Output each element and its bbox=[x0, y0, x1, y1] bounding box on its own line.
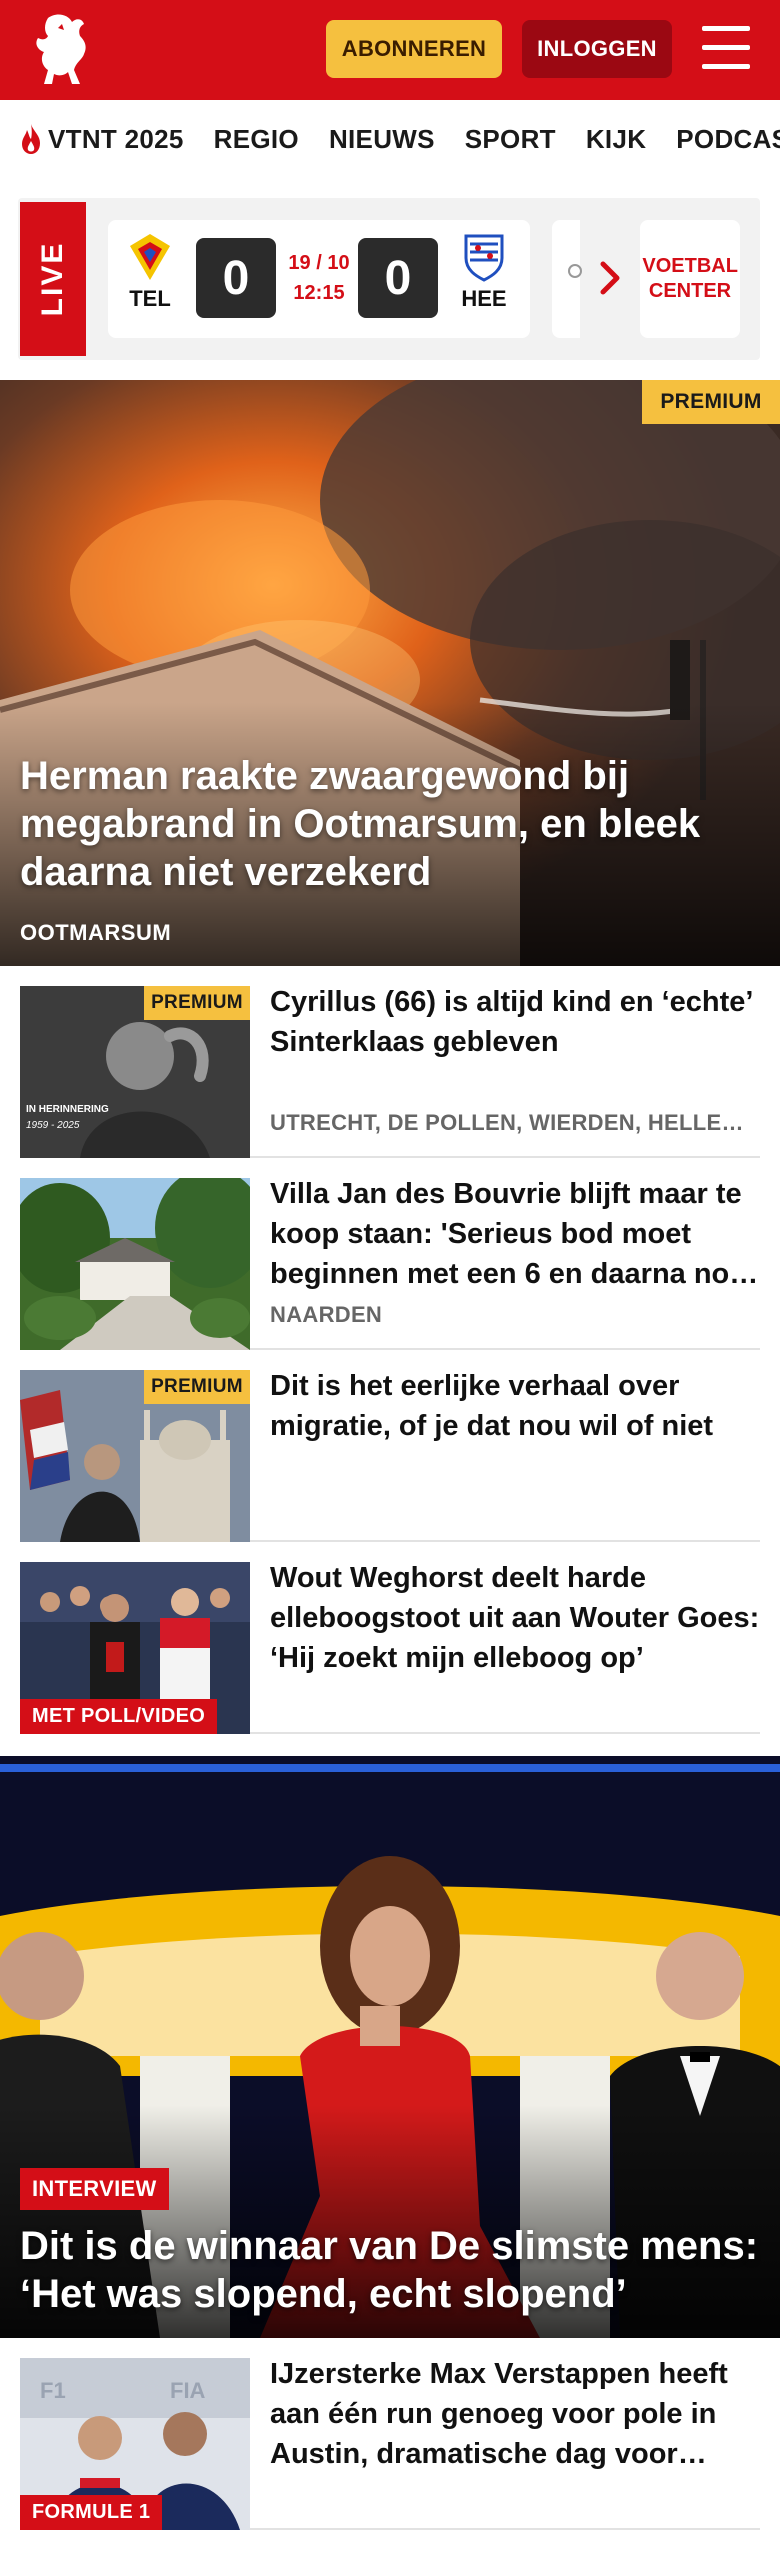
article-item[interactable]: F1 FIA FORMULE 1 IJzersterke Max Verstap… bbox=[20, 2338, 760, 2530]
article-title[interactable]: Dit is het eerlijke verhaal over migrati… bbox=[270, 1366, 760, 1446]
article-thumbnail bbox=[20, 1178, 250, 1350]
article-thumbnail: PREMIUM bbox=[20, 1370, 250, 1542]
voetbal-center-link[interactable]: VOETBAL CENTER bbox=[640, 220, 740, 338]
formule-1-tag: FORMULE 1 bbox=[20, 2495, 163, 2530]
match-card[interactable]: TEL 0 19 / 10 12:15 0 HEE bbox=[108, 220, 530, 338]
hero-location: OOTMARSUM bbox=[20, 920, 172, 945]
article-title[interactable]: Cyrillus (66) is altijd kind en ‘echte’ … bbox=[270, 982, 760, 1062]
flame-icon bbox=[22, 124, 40, 154]
away-team: HEE bbox=[454, 232, 514, 312]
thumbnail-caption: IN HERINNERING bbox=[26, 1104, 109, 1115]
live-tab: LIVE bbox=[20, 202, 86, 356]
villa-photo-image bbox=[20, 1178, 250, 1350]
chevron-right-icon[interactable] bbox=[590, 258, 630, 298]
subscribe-button[interactable]: ABONNEREN bbox=[326, 20, 502, 78]
telstar-crest-icon bbox=[130, 234, 170, 280]
heerenveen-crest-icon bbox=[464, 234, 504, 282]
main-navigation: VTNT 2025 REGIO NIEUWS SPORT KIJK PODCAS… bbox=[0, 100, 780, 178]
poll-video-tag: MET POLL/VIDEO bbox=[20, 1699, 218, 1734]
featured-article[interactable]: INTERVIEW Dit is de winnaar van De slims… bbox=[0, 1756, 780, 2338]
hero-title[interactable]: Herman raakte zwaargewond bij megabrand … bbox=[20, 752, 750, 896]
away-score: 0 bbox=[358, 238, 438, 318]
svg-text:FIA: FIA bbox=[170, 2378, 206, 2403]
match-date-time: 19 / 10 12:15 bbox=[288, 252, 350, 304]
article-item[interactable]: Villa Jan des Bouvrie blijft maar te koo… bbox=[20, 1158, 760, 1350]
live-scores-strip: LIVE TEL 0 19 / 10 12:15 0 HEE VOETBAL C… bbox=[18, 198, 760, 360]
nav-item-nieuws[interactable]: NIEUWS bbox=[329, 124, 435, 155]
article-title[interactable]: Wout Weghorst deelt harde elleboogstoot … bbox=[270, 1558, 760, 1678]
home-score: 0 bbox=[196, 238, 276, 318]
svg-text:F1: F1 bbox=[40, 2378, 66, 2403]
article-title[interactable]: IJzersterke Max Verstappen heeft aan één… bbox=[270, 2354, 760, 2474]
article-thumbnail: IN HERINNERING 1959 - 2025 PREMIUM bbox=[20, 986, 250, 1158]
article-thumbnail: MET POLL/VIDEO bbox=[20, 1562, 250, 1734]
nav-item-vtnt-2025[interactable]: VTNT 2025 bbox=[18, 123, 184, 155]
article-location: NAARDEN bbox=[270, 1302, 383, 1327]
top-header: ABONNEREN INLOGGEN bbox=[0, 0, 780, 100]
next-match-card-peek[interactable] bbox=[552, 220, 582, 338]
article-item[interactable]: MET POLL/VIDEO Wout Weghorst deelt harde… bbox=[20, 1542, 760, 1734]
article-item[interactable]: PREMIUM Dit is het eerlijke verhaal over… bbox=[20, 1350, 760, 1542]
premium-badge: PREMIUM bbox=[144, 1370, 250, 1404]
hero-article[interactable]: PREMIUM Herman raakte zwaargewond bij me… bbox=[0, 380, 780, 966]
interview-tag: INTERVIEW bbox=[20, 2168, 169, 2210]
nav-item-podcast[interactable]: PODCAST bbox=[676, 124, 780, 155]
premium-badge: PREMIUM bbox=[642, 380, 780, 424]
article-title[interactable]: Villa Jan des Bouvrie blijft maar te koo… bbox=[270, 1174, 760, 1294]
tubantia-horse-logo[interactable] bbox=[18, 10, 106, 90]
premium-badge: PREMIUM bbox=[144, 986, 250, 1020]
article-thumbnail: F1 FIA FORMULE 1 bbox=[20, 2358, 250, 2530]
nav-item-sport[interactable]: SPORT bbox=[465, 124, 556, 155]
featured-title[interactable]: Dit is de winnaar van De slimste mens: ‘… bbox=[20, 2222, 760, 2318]
nav-item-regio[interactable]: REGIO bbox=[214, 124, 299, 155]
home-team: TEL bbox=[120, 232, 180, 312]
login-button[interactable]: INLOGGEN bbox=[522, 20, 672, 78]
hamburger-menu-icon[interactable] bbox=[702, 26, 750, 70]
article-location: UTRECHT, DE POLLEN, WIERDEN, HELLENDOORN bbox=[270, 1110, 750, 1135]
thumbnail-years: 1959 - 2025 bbox=[26, 1120, 80, 1131]
nav-item-kijk[interactable]: KIJK bbox=[586, 124, 646, 155]
article-item[interactable]: IN HERINNERING 1959 - 2025 PREMIUM Cyril… bbox=[20, 966, 760, 1158]
